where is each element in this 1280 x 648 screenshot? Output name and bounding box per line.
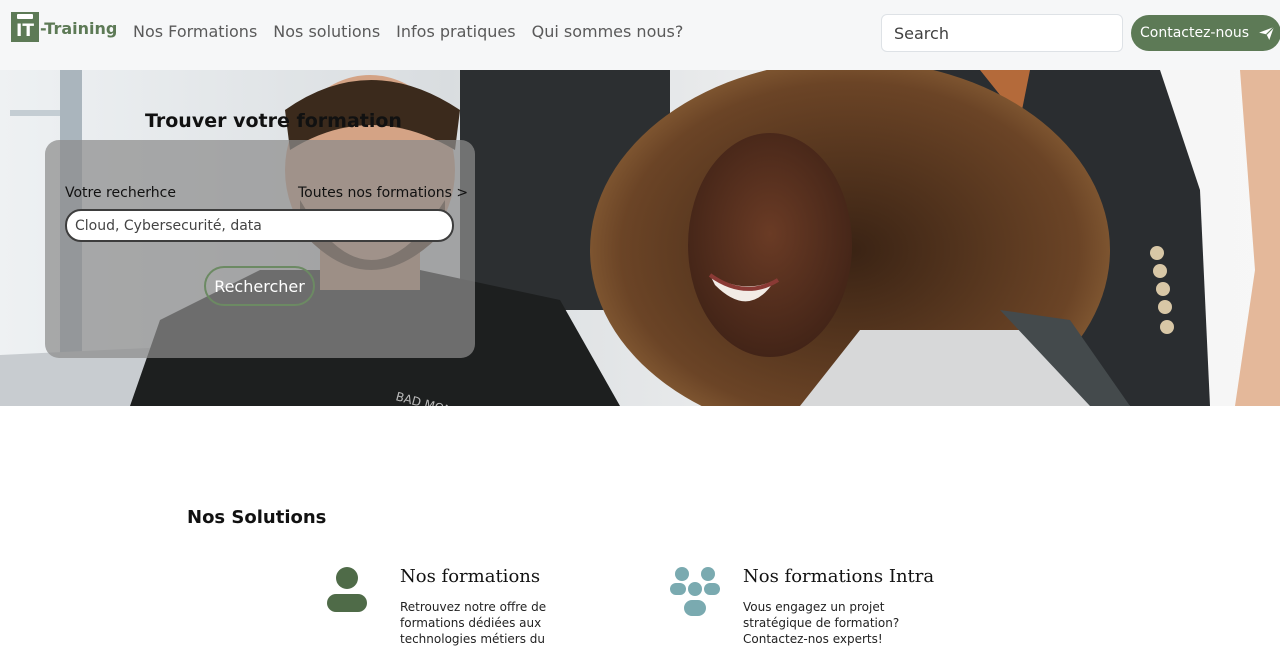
solution-name: Nos formations (400, 566, 541, 587)
solution-name: Nos formations Intra (743, 566, 935, 587)
nav-search (881, 14, 1123, 52)
training-search-panel: Votre recherhce Toutes nos formations > … (45, 140, 475, 358)
solutions-title: Nos Solutions (187, 507, 327, 528)
search-label: Votre recherhce (65, 185, 176, 201)
contact-button-label: Contactez-nous (1140, 25, 1250, 41)
training-search-field (65, 209, 454, 242)
training-search-input[interactable] (75, 217, 444, 234)
all-trainings-link[interactable]: Toutes nos formations > (298, 185, 468, 201)
nav-link-about[interactable]: Qui sommes nous? (532, 22, 684, 41)
hero-title: Trouver votre formation (145, 110, 402, 132)
solution-desc: Vous engagez un projet stratégique de fo… (743, 600, 900, 646)
logo-mark-text: IT (16, 21, 34, 41)
logo-mark: IT (11, 12, 39, 42)
nav-search-input[interactable] (894, 23, 1110, 43)
search-button[interactable]: Rechercher (204, 266, 315, 306)
nav-link-infos[interactable]: Infos pratiques (396, 22, 515, 41)
nav-link-formations[interactable]: Nos Formations (133, 22, 257, 41)
contact-button[interactable]: Contactez-nous (1131, 15, 1280, 51)
nav-link-solutions[interactable]: Nos solutions (273, 22, 380, 41)
person-icon (327, 567, 367, 612)
hero-banner: BAD MONDAY Trouver votre formation Votre… (0, 70, 1280, 406)
graduation-cap-icon (17, 14, 33, 19)
brand-logo[interactable]: IT -Training (11, 11, 117, 43)
brand-name: -Training (40, 18, 118, 38)
top-navbar: IT -Training Nos Formations Nos solution… (0, 0, 1280, 70)
nav-links: Nos Formations Nos solutions Infos prati… (133, 22, 699, 41)
send-icon (1259, 26, 1275, 40)
solution-desc: Retrouvez notre offre de formations dédi… (400, 600, 547, 646)
group-icon (670, 567, 720, 618)
